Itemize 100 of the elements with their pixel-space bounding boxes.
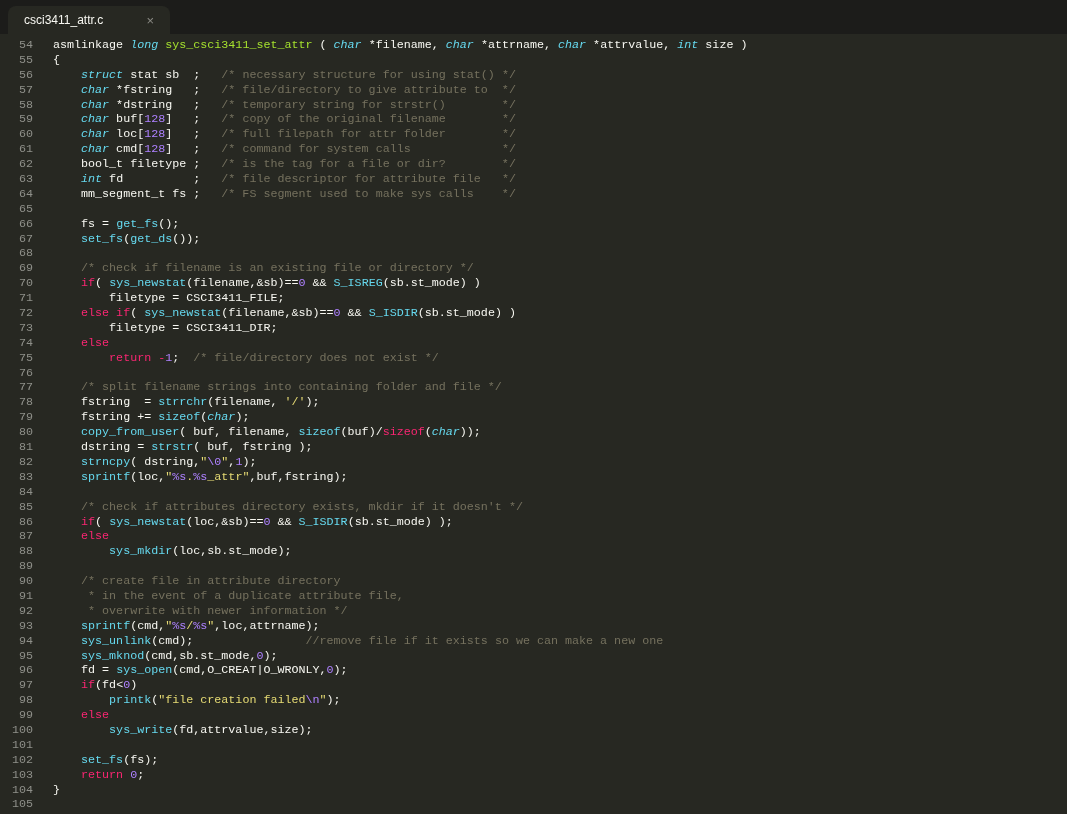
code-line: fd = sys_open(cmd,O_CREAT|O_WRONLY,0); — [80, 663, 348, 679]
code-line: filetype = CSCI3411_FILE; — [108, 291, 285, 307]
code-line: if( sys_newstat(loc,&sb)==0 && S_ISDIR(sb.st_mode) ); — [80, 514, 453, 530]
code-line: if(fd<0) — [80, 678, 138, 694]
line-number: 94 — [17, 633, 33, 649]
code-line: set_fs(get_ds()); — [80, 231, 201, 247]
code-line: char cmd[128] ; /* command for system calls */ — [80, 142, 516, 158]
code-line: filetype = CSCI3411_DIR; — [108, 320, 278, 336]
line-number: 105 — [10, 797, 33, 813]
code-line: char loc[128] ; /* full filepath for attr folder */ — [80, 127, 516, 143]
line-number: 103 — [10, 767, 33, 783]
line-number: 57 — [17, 82, 33, 98]
code-line: bool_t filetype ; /* is the tag for a file or dir? */ — [80, 157, 516, 173]
line-number: 74 — [17, 335, 33, 351]
line-number: 70 — [17, 276, 33, 292]
line-number: 58 — [17, 97, 33, 113]
code-line: else — [80, 708, 110, 723]
line-number: 67 — [17, 231, 33, 247]
code-line: sprintf(cmd,"%s/%s",loc,attrname); — [80, 618, 320, 634]
code-line: /* check if attributes directory exists, mkdir if it doesn't */ — [80, 499, 523, 515]
line-number: 99 — [17, 708, 33, 723]
code-line: fs = get_fs(); — [80, 216, 180, 232]
code-line: else — [80, 335, 110, 351]
line-number: 95 — [17, 648, 33, 664]
line-number: 55 — [17, 52, 33, 68]
code-line: dstring = strstr( buf, fstring ); — [80, 440, 313, 455]
code-line: return 0; — [80, 767, 145, 783]
line-number: 101 — [10, 737, 33, 753]
line-number: 61 — [17, 142, 33, 158]
line-number: 83 — [17, 469, 33, 485]
line-number: 91 — [17, 588, 33, 604]
code-line: sys_mknod(cmd,sb.st_mode,0); — [80, 648, 278, 664]
tab-label: csci3411_attr.c — [24, 12, 104, 29]
line-number: 85 — [17, 499, 33, 515]
line-number: 96 — [17, 663, 33, 679]
code-line: char *dstring ; /* temporary string for strstr() */ — [80, 97, 516, 113]
code-line: sys_write(fd,attrvalue,size); — [108, 722, 313, 738]
line-number: 81 — [17, 440, 33, 455]
code-line: copy_from_user( buf, filename, sizeof(buf)/sizeof(char)); — [80, 425, 481, 441]
code-line: fstring = strrchr(filename, '/'); — [80, 395, 320, 411]
line-number: 102 — [10, 752, 33, 768]
line-number: 75 — [17, 350, 33, 366]
code-line: /* create file in attribute directory — [80, 574, 341, 589]
line-number: 86 — [17, 514, 33, 530]
code-line: sys_unlink(cmd); //remove file if it exists so we can make a new one — [80, 633, 664, 649]
code-line: } — [53, 782, 60, 798]
code-line: else if( sys_newstat(filename,&sb)==0 && S_ISDIR(sb.st_mode) ) — [80, 306, 516, 321]
close-button[interactable]: × — [146, 13, 154, 27]
line-number: 71 — [17, 291, 33, 307]
code-line: return -1; /* file/directory does not exist */ — [108, 350, 439, 366]
line-number: 84 — [17, 484, 33, 500]
code-line: char buf[128] ; /* copy of the original filename */ — [80, 112, 516, 128]
code-line: /* split filename strings into containing folder and file */ — [80, 380, 502, 396]
line-number: 64 — [17, 186, 33, 202]
code-line: else — [80, 529, 110, 545]
line-number: 56 — [17, 67, 33, 83]
line-number: 65 — [17, 201, 33, 217]
line-number: 90 — [17, 574, 33, 589]
line-number: 89 — [17, 559, 33, 575]
line-number: 104 — [10, 782, 33, 798]
code-line: * in the event of a duplicate attribute file, — [87, 588, 404, 604]
code-line: printk("file creation failed\n"); — [108, 693, 341, 709]
code-line: fstring += sizeof(char); — [80, 410, 250, 426]
line-number: 60 — [17, 127, 33, 143]
code-line: mm_segment_t fs ; /* FS segment used to make sys calls */ — [80, 186, 516, 202]
code-line: strncpy( dstring,"\0",1); — [80, 454, 257, 470]
line-number: 72 — [17, 306, 33, 321]
code-line: if( sys_newstat(filename,&sb)==0 && S_ISREG(sb.st_mode) ) — [80, 276, 481, 292]
code-line: sprintf(loc,"%s.%s_attr",buf,fstring); — [80, 469, 348, 485]
line-number: 73 — [17, 320, 33, 336]
line-number: 97 — [17, 678, 33, 694]
line-number: 68 — [17, 246, 33, 262]
line-number: 79 — [17, 410, 33, 426]
line-number: 82 — [17, 454, 33, 470]
line-number: 59 — [17, 112, 33, 128]
code-line: int fd ; /* file descriptor for attribute file */ — [80, 172, 516, 187]
line-number: 100 — [10, 722, 33, 738]
line-number: 77 — [17, 380, 33, 396]
code-line: char *fstring ; /* file/directory to give attribute to */ — [80, 82, 516, 98]
line-number: 63 — [17, 172, 33, 187]
line-number: 80 — [17, 425, 33, 441]
code-line: asmlinkage long sys_csci3411_set_attr ( char *filename, char *attrname, char *attrvalue, int size ) — [53, 38, 748, 53]
line-number: 62 — [17, 157, 33, 173]
line-number: 66 — [17, 216, 33, 232]
code-line: * overwrite with newer information */ — [87, 603, 348, 619]
editor-tab[interactable]: csci3411_attr.c × — [8, 6, 170, 34]
line-number: 54 — [17, 38, 33, 53]
line-number: 98 — [17, 693, 33, 709]
line-number: 87 — [17, 529, 33, 545]
line-number: 76 — [17, 365, 33, 381]
code-line: /* check if filename is an existing file or directory */ — [80, 261, 474, 277]
line-number: 88 — [17, 544, 33, 560]
line-number: 93 — [17, 618, 33, 634]
code-line: struct stat sb ; /* necessary structure for using stat() */ — [80, 67, 516, 83]
code-line: { — [53, 52, 60, 68]
line-number: 92 — [17, 603, 33, 619]
line-number: 69 — [17, 261, 33, 277]
line-number: 78 — [17, 395, 33, 411]
code-line: set_fs(fs); — [80, 752, 159, 768]
code-line: sys_mkdir(loc,sb.st_mode); — [108, 544, 292, 560]
